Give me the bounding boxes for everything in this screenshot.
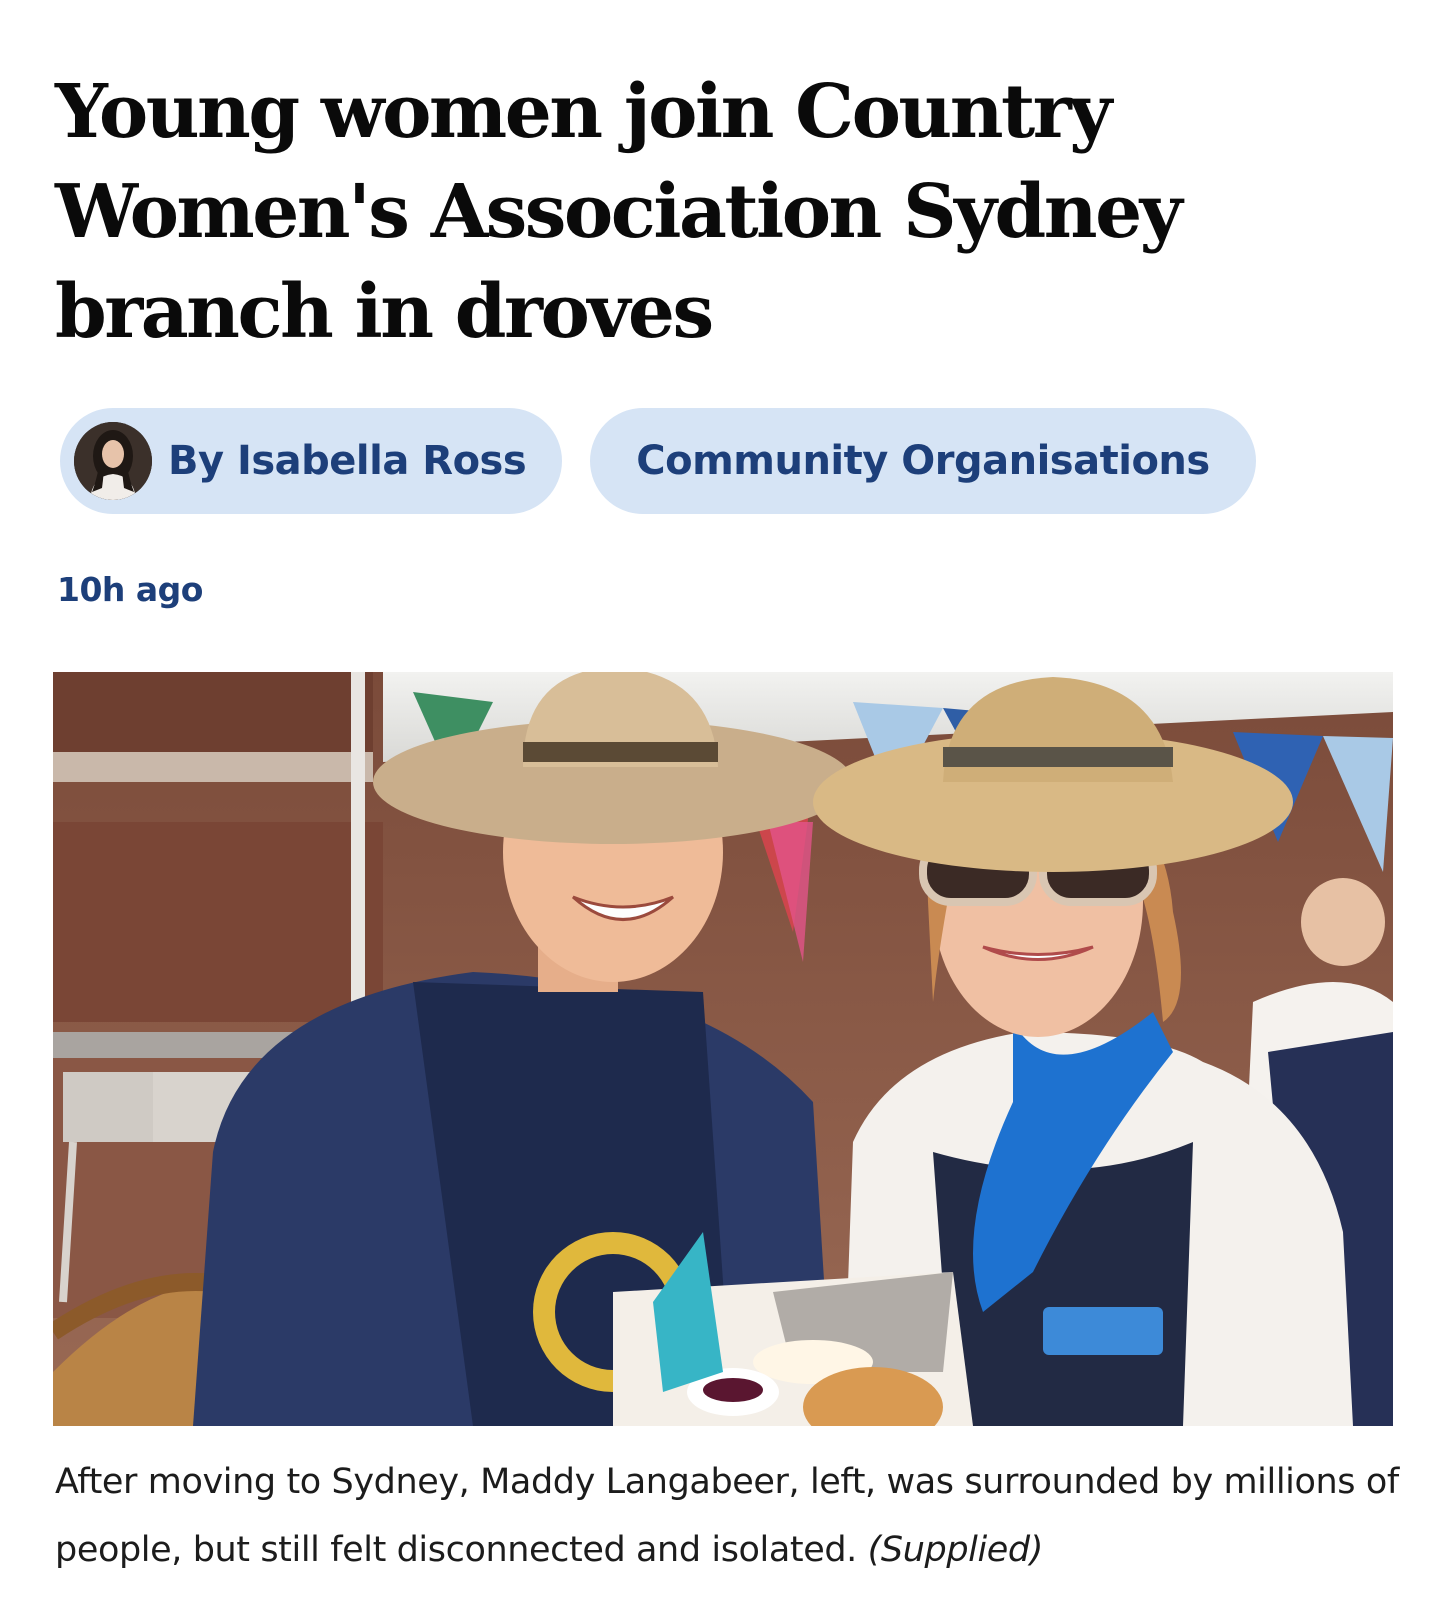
published-time: 10h ago [57, 570, 203, 609]
author-avatar [74, 422, 152, 500]
article-headline: Young women join Country Women's Associa… [55, 69, 1183, 355]
author-byline-pill[interactable]: By Isabella Ross [60, 408, 562, 514]
topic-tag-pill[interactable]: Community Organisations [590, 408, 1256, 514]
hero-image [53, 672, 1393, 1426]
author-name: By Isabella Ross [168, 438, 527, 484]
image-caption: After moving to Sydney, Maddy Langabeer,… [55, 1448, 1415, 1584]
article: Young women join Country Women's Associa… [0, 0, 1440, 1622]
image-credit: (Supplied) [867, 1530, 1044, 1570]
topic-label: Community Organisations [636, 438, 1210, 484]
caption-text: After moving to Sydney, Maddy Langabeer,… [55, 1462, 1399, 1570]
